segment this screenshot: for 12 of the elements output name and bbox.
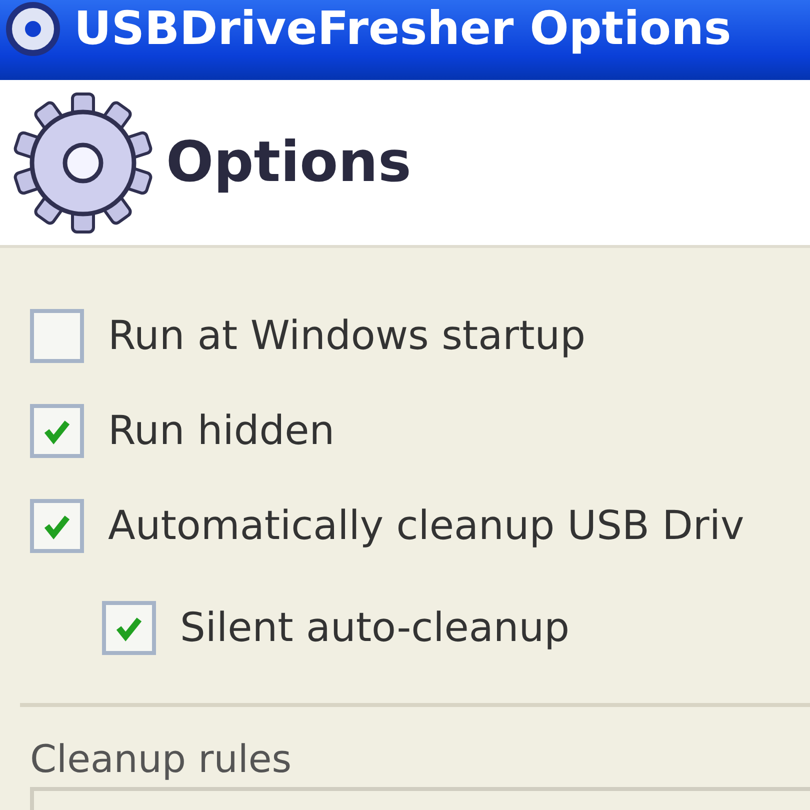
app-icon (4, 0, 62, 58)
window-title: USBDriveFresher Options (74, 0, 732, 56)
checkbox-option[interactable]: Run at Windows startup (30, 288, 810, 383)
checkbox-option[interactable]: Silent auto-cleanup (30, 573, 810, 683)
checkbox[interactable] (102, 601, 156, 655)
checkbox-option[interactable]: Run hidden (30, 383, 810, 478)
checkbox[interactable] (30, 308, 84, 362)
header-title: Options (166, 130, 412, 195)
section-label: Cleanup rules (30, 737, 293, 781)
checkbox[interactable] (30, 404, 84, 458)
checkbox[interactable] (30, 498, 84, 552)
checkbox-option[interactable]: Automatically cleanup USB Driv (30, 478, 810, 573)
